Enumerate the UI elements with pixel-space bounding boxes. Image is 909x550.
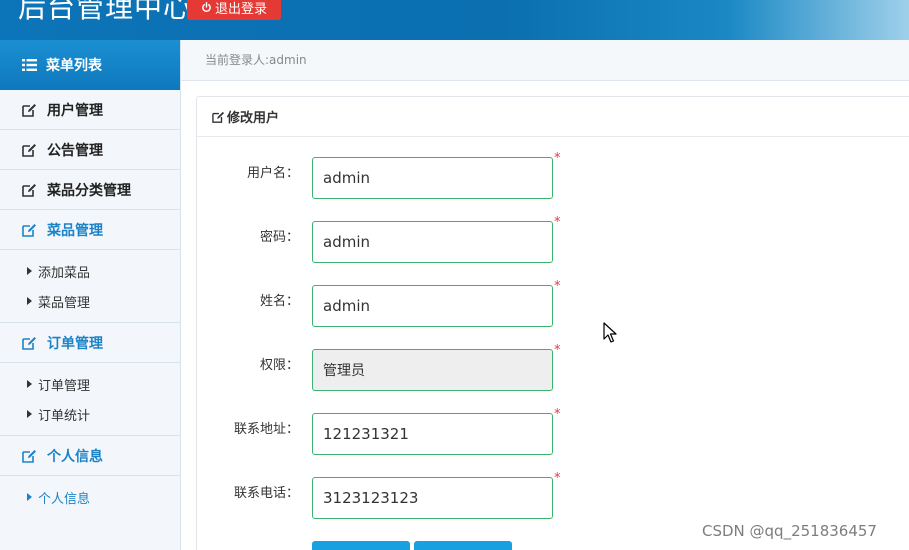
password-label: 密码： <box>259 230 299 245</box>
sidebar-item-label: 用户管理 <box>47 102 103 119</box>
panel-title: 修改用户 <box>227 111 280 126</box>
power-icon <box>202 1 211 12</box>
submenu-item-label: 订单管理 <box>38 378 91 394</box>
address-input[interactable] <box>312 413 553 455</box>
required-mark: * <box>554 215 561 230</box>
submenu-item-add-dish[interactable]: 添加菜品 <box>0 256 180 286</box>
sidebar-item-dish-category[interactable]: 菜品分类管理 <box>0 170 180 210</box>
required-mark: * <box>554 151 561 166</box>
mouse-cursor-icon <box>603 322 617 343</box>
sidebar-header-label: 菜单列表 <box>46 58 102 74</box>
submenu-item-label: 订单统计 <box>38 408 91 424</box>
reset-button[interactable] <box>414 541 512 550</box>
required-mark: * <box>554 279 561 294</box>
name-label: 姓名： <box>259 294 299 309</box>
form-row-role: 权限： * <box>197 343 757 391</box>
triangle-right-icon <box>27 410 32 418</box>
name-input[interactable] <box>312 285 553 327</box>
top-header: 后台管理中心 退出登录 <box>0 0 909 40</box>
submenu-profile: 个人信息 <box>0 476 180 518</box>
sidebar-item-label: 公告管理 <box>47 142 103 159</box>
breadcrumb: 当前登录人:admin <box>181 40 909 81</box>
edit-icon <box>22 183 36 197</box>
role-input <box>312 349 553 391</box>
submenu-item-order-management[interactable]: 订单管理 <box>0 369 180 399</box>
sidebar-item-dish-management[interactable]: 菜品管理 <box>0 210 180 250</box>
required-mark: * <box>554 471 561 486</box>
required-mark: * <box>554 343 561 358</box>
sidebar-item-user-management[interactable]: 用户管理 <box>0 90 180 130</box>
edit-icon <box>22 143 36 157</box>
panel-header: 修改用户 <box>197 97 909 137</box>
submenu-item-profile[interactable]: 个人信息 <box>0 482 180 512</box>
edit-icon <box>22 223 36 237</box>
submenu-item-order-statistics[interactable]: 订单统计 <box>0 399 180 429</box>
submenu-item-label: 菜品管理 <box>38 295 91 311</box>
sidebar-item-profile[interactable]: 个人信息 <box>0 436 180 476</box>
form-row-username: 用户名： * <box>197 151 757 199</box>
submenu-item-dish-management[interactable]: 菜品管理 <box>0 286 180 316</box>
sidebar-item-label: 个人信息 <box>47 448 103 465</box>
role-label: 权限： <box>259 358 299 373</box>
watermark: CSDN @qq_251836457 <box>702 522 877 540</box>
sidebar-item-label: 菜品管理 <box>47 222 103 239</box>
logout-label: 退出登录 <box>214 1 267 17</box>
phone-label: 联系电话： <box>233 486 299 501</box>
sidebar-header: 菜单列表 <box>0 40 180 90</box>
edit-icon <box>22 336 36 350</box>
form-row-address: 联系地址： * <box>197 407 757 455</box>
sidebar-item-label: 菜品分类管理 <box>47 182 131 199</box>
sidebar-item-notice-management[interactable]: 公告管理 <box>0 130 180 170</box>
submit-button[interactable] <box>312 541 410 550</box>
username-label: 用户名： <box>246 166 299 181</box>
list-icon <box>22 59 37 71</box>
triangle-right-icon <box>27 267 32 275</box>
edit-icon <box>22 103 36 117</box>
form-row-phone: 联系电话： * <box>197 471 757 519</box>
sidebar-item-order-management[interactable]: 订单管理 <box>0 323 180 363</box>
edit-icon <box>212 111 225 123</box>
form-row-password: 密码： * <box>197 215 757 263</box>
username-input[interactable] <box>312 157 553 199</box>
submenu-item-label: 个人信息 <box>38 491 91 507</box>
site-title: 后台管理中心 <box>18 0 193 24</box>
triangle-right-icon <box>27 493 32 501</box>
phone-input[interactable] <box>312 477 553 519</box>
edit-icon <box>22 449 36 463</box>
triangle-right-icon <box>27 297 32 305</box>
sidebar: 菜单列表 用户管理 公告管理 菜品分类管理 菜品管理 添加菜品 菜品管理 订单管… <box>0 40 181 550</box>
address-label: 联系地址： <box>233 422 299 437</box>
sidebar-item-label: 订单管理 <box>47 335 103 352</box>
edit-user-panel: 修改用户 用户名： * 密码： * 姓名： * 权限： * 联系地址： * 联系… <box>196 96 909 550</box>
required-mark: * <box>554 407 561 422</box>
triangle-right-icon <box>27 380 32 388</box>
submenu-order: 订单管理 订单统计 <box>0 363 180 436</box>
submenu-item-label: 添加菜品 <box>38 265 91 281</box>
logout-button[interactable]: 退出登录 <box>187 0 281 20</box>
submenu-dish: 添加菜品 菜品管理 <box>0 250 180 323</box>
current-user-text: 当前登录人:admin <box>205 53 307 67</box>
form-row-name: 姓名： * <box>197 279 757 327</box>
password-input[interactable] <box>312 221 553 263</box>
